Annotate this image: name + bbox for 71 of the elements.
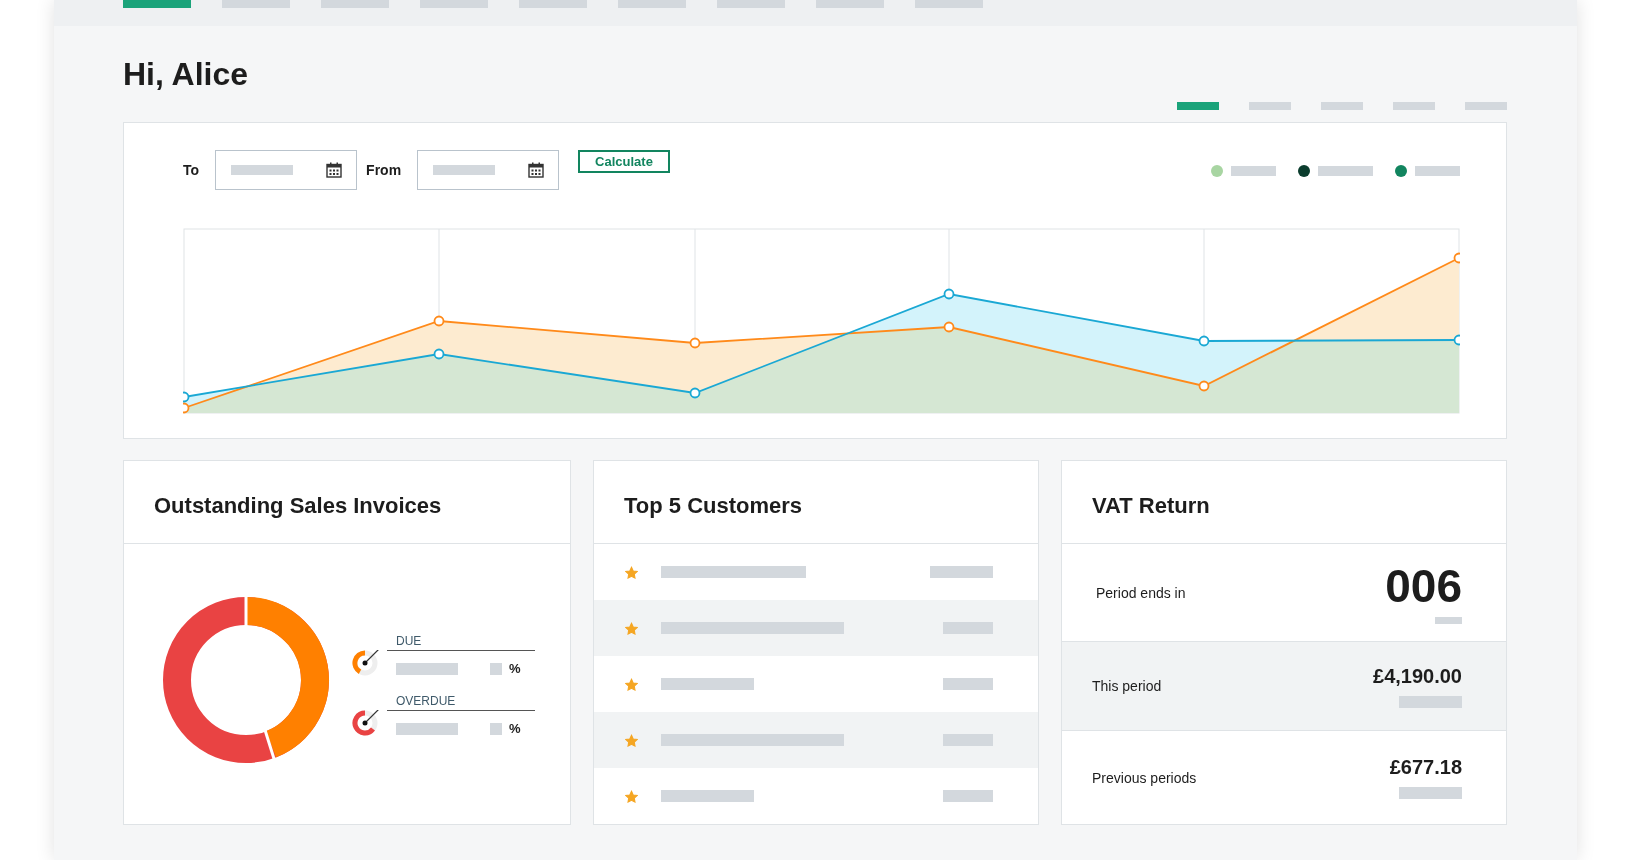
nav-tab[interactable] bbox=[420, 0, 488, 8]
star-icon[interactable] bbox=[625, 565, 638, 579]
calendar-icon bbox=[528, 162, 545, 178]
card-title: VAT Return bbox=[1092, 493, 1210, 519]
data-point bbox=[1198, 335, 1210, 347]
calculate-button[interactable]: Calculate bbox=[578, 150, 670, 173]
legend-placeholder-bar bbox=[1318, 166, 1373, 176]
from-label: From bbox=[366, 162, 402, 178]
data-point bbox=[943, 288, 955, 300]
customer-row[interactable] bbox=[594, 712, 1038, 768]
placeholder-bar bbox=[1399, 695, 1462, 708]
period-number: 006 bbox=[1385, 561, 1462, 611]
section-tab[interactable] bbox=[1177, 102, 1219, 110]
nav-tab[interactable] bbox=[915, 0, 983, 8]
amount: £4,190.00 bbox=[1373, 664, 1462, 688]
calendar-icon bbox=[326, 162, 343, 178]
customer-row[interactable] bbox=[594, 600, 1038, 656]
row-label: This period bbox=[1092, 678, 1162, 694]
placeholder-bar bbox=[396, 722, 458, 735]
vat-row[interactable]: This period £4,190.00 bbox=[1062, 642, 1506, 731]
legend-label: DUE bbox=[395, 634, 423, 648]
nav-tab[interactable] bbox=[222, 0, 290, 8]
legend-placeholder-bar bbox=[1231, 166, 1276, 176]
nav-tab[interactable] bbox=[717, 0, 785, 8]
nav-tab[interactable] bbox=[519, 0, 587, 8]
date-input-field[interactable] bbox=[215, 150, 358, 190]
section-tab[interactable] bbox=[1321, 102, 1363, 110]
data-point bbox=[1453, 252, 1460, 264]
placeholder-bar bbox=[1399, 787, 1462, 799]
placeholder-bar bbox=[490, 722, 502, 735]
star-icon[interactable] bbox=[625, 789, 638, 803]
placeholder-bar bbox=[930, 566, 993, 578]
period-label: Period ends in bbox=[1095, 584, 1186, 601]
section-tab[interactable] bbox=[1249, 102, 1291, 110]
placeholder-bar bbox=[943, 734, 993, 746]
card-title: Outstanding Sales Invoices bbox=[154, 493, 442, 519]
to-label: To bbox=[183, 162, 200, 178]
data-point bbox=[433, 348, 445, 360]
star-icon[interactable] bbox=[625, 677, 638, 691]
amount: £677.18 bbox=[1389, 756, 1462, 779]
placeholder-bar bbox=[490, 662, 502, 675]
vat-row[interactable]: Previous periods £677.18 bbox=[1062, 731, 1506, 824]
data-point bbox=[1453, 334, 1460, 346]
date-input-field[interactable] bbox=[417, 150, 560, 190]
data-point bbox=[433, 315, 445, 327]
star-icon[interactable] bbox=[625, 733, 638, 747]
nav-tab[interactable] bbox=[123, 0, 191, 8]
nav-tab[interactable] bbox=[816, 0, 884, 8]
row-label: Previous periods bbox=[1092, 769, 1197, 786]
placeholder-bar bbox=[231, 165, 294, 175]
percent-sign: % bbox=[509, 661, 521, 676]
data-point bbox=[689, 387, 701, 399]
legend-placeholder-bar bbox=[1415, 166, 1460, 176]
nav-tab[interactable] bbox=[321, 0, 389, 8]
percent-sign: % bbox=[509, 721, 521, 736]
section-tab[interactable] bbox=[1393, 102, 1435, 110]
placeholder-bar bbox=[943, 622, 993, 634]
star-icon[interactable] bbox=[625, 621, 638, 635]
data-point bbox=[1198, 380, 1210, 392]
data-point bbox=[943, 321, 955, 333]
placeholder-bar bbox=[1435, 617, 1462, 624]
greeting-heading: Hi, Alice bbox=[123, 55, 250, 94]
placeholder-bar bbox=[433, 165, 496, 175]
nav-tab[interactable] bbox=[618, 0, 686, 8]
data-point bbox=[689, 337, 701, 349]
section-tab[interactable] bbox=[1465, 102, 1507, 110]
legend-label: OVERDUE bbox=[395, 694, 457, 708]
placeholder-bar bbox=[396, 662, 458, 675]
placeholder-bar bbox=[943, 678, 993, 690]
card-title: Top 5 Customers bbox=[624, 493, 803, 519]
placeholder-bar bbox=[943, 790, 993, 802]
